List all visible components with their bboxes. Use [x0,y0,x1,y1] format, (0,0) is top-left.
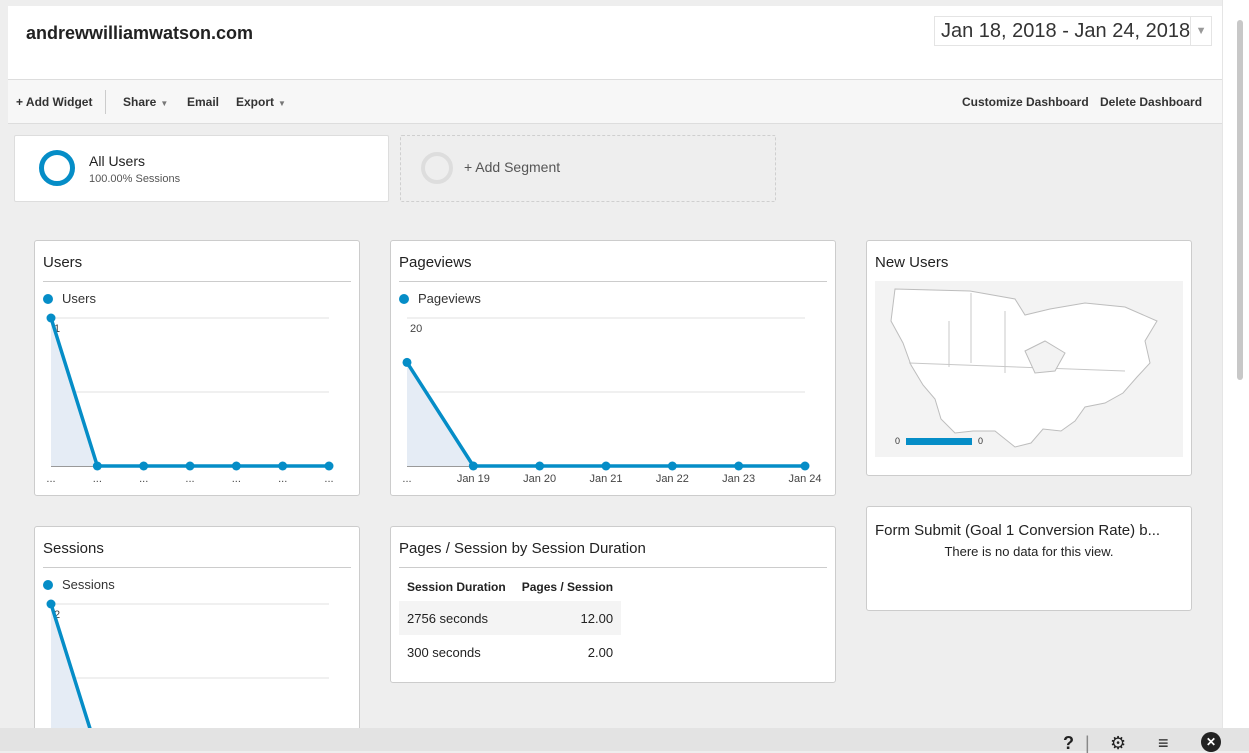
dashboard-toolbar: + Add Widget Share ▼ Email Export ▼ Custom… [8,80,1222,124]
series-area [51,604,93,735]
data-point[interactable] [535,461,545,471]
table-cell: 300 seconds [407,644,481,660]
toolbar-divider [105,90,106,114]
map-legend: 0 0 [895,436,983,446]
pageviews-chart: 2010...Jan 19Jan 20Jan 21Jan 22Jan 23Jan… [402,317,822,485]
no-data-message: There is no data for this view. [944,544,1114,559]
x-tick-label: ... [232,473,241,485]
data-point[interactable] [278,461,288,471]
widget-form-submit: Form Submit (Goal 1 Conversion Rate) b..… [866,506,1192,611]
x-tick-label: ... [278,473,287,485]
x-tick-label: Jan 24 [788,473,821,485]
page-scrollbar[interactable] [1222,0,1249,728]
data-point[interactable] [324,461,334,471]
y-tick-label: 20 [410,323,422,335]
table-row: 2756 seconds 12.00 [399,601,622,635]
x-tick-label: Jan 19 [457,473,490,485]
geo-map [875,281,1183,457]
data-point[interactable] [601,461,611,471]
data-point[interactable] [800,461,810,471]
date-range-label: Jan 18, 2018 - Jan 24, 2018 [941,19,1191,42]
legend-min: 0 [895,436,901,446]
add-widget-button[interactable]: + Add Widget [16,95,92,109]
data-point[interactable] [185,461,195,471]
x-tick-label: ... [324,473,333,485]
table-cell: 2756 seconds [399,601,514,635]
x-tick-label: ... [93,473,102,485]
dashboard-header: andrewwilliamwatson.com Jan 18, 2018 - J… [8,6,1222,80]
menu-icon[interactable]: ≡ [1158,734,1169,752]
data-point[interactable] [402,357,412,367]
table-header: Session Duration Pages / Session [399,573,621,601]
customize-dashboard-button[interactable]: Customize Dashboard [962,95,1089,109]
data-point[interactable] [667,461,677,471]
x-tick-label: Jan 20 [523,473,556,485]
scrollbar-thumb[interactable] [1237,20,1243,380]
data-point[interactable] [46,313,56,323]
segment-sessions-share: 100.00% Sessions [89,173,181,185]
share-label: Share [123,95,157,109]
segment-all-users[interactable]: All Users 100.00% Sessions [14,135,389,202]
close-icon[interactable]: ✕ [1201,732,1221,752]
delete-dashboard-button[interactable]: Delete Dashboard [1100,95,1202,109]
widget-title: New Users [875,254,949,271]
share-button[interactable]: Share ▼ [123,95,168,109]
gear-icon[interactable]: ⚙ [1110,734,1126,752]
segment-placeholder-icon [421,152,453,184]
table-cell: 12.00 [513,601,622,635]
legend-max: 0 [978,436,984,446]
chevron-down-icon: ▼ [160,99,169,108]
export-button[interactable]: Export ▼ [236,95,286,109]
data-point[interactable] [468,461,478,471]
divider [399,567,827,568]
help-icon[interactable]: ? [1063,734,1074,752]
x-tick-label: Jan 21 [589,473,622,485]
widget-new-users: New Users 0 0 [866,240,1192,476]
sessions-chart: 21 [46,599,329,735]
widget-title: Pages / Session by Session Duration [399,540,646,557]
table-cell: 2.00 [587,644,614,660]
add-segment-label: + Add Segment [464,159,561,175]
segment-name: All Users [89,153,146,169]
series-line [405,361,805,468]
legend-scale-bar [906,437,973,445]
table-row: 300 seconds 2.00 [399,635,621,669]
x-tick-label: ... [402,473,411,485]
data-table: Session Duration Pages / Session 2756 se… [399,573,622,669]
chevron-down-icon[interactable]: ▼ [1190,17,1211,45]
email-button[interactable]: Email [187,95,219,109]
chevron-down-icon: ▼ [278,99,286,108]
date-range-picker[interactable]: Jan 18, 2018 - Jan 24, 2018 ▼ [934,16,1212,46]
data-point[interactable] [139,461,149,471]
segment-ring-icon [39,150,75,186]
divider: | [1085,733,1090,753]
widget-pageviews: Pageviews Pageviews 2010...Jan 19Jan 20J… [390,240,836,496]
data-point[interactable] [46,599,56,609]
widget-pages-per-session: Pages / Session by Session Duration Sess… [390,526,836,683]
bottom-bar: ? | ⚙ ≡ ✕ [0,728,1249,753]
series-line [49,603,94,735]
widget-users: Users Users 10.5..................... [34,240,360,496]
data-point[interactable] [231,461,241,471]
x-tick-label: Jan 23 [722,473,755,485]
data-point[interactable] [734,461,744,471]
users-chart: 10.5..................... [46,313,334,485]
widget-sessions: Sessions Sessions 21 [34,526,360,736]
widget-title: Form Submit (Goal 1 Conversion Rate) b..… [875,522,1161,539]
x-tick-label: ... [185,473,194,485]
x-tick-label: ... [139,473,148,485]
export-label: Export [236,95,275,109]
site-title: andrewwilliamwatson.com [26,23,254,43]
column-header: Pages / Session [521,580,614,594]
x-tick-label: Jan 22 [656,473,689,485]
north-america-map [890,288,1158,448]
add-segment-button[interactable]: + Add Segment [400,135,776,202]
x-tick-label: ... [46,473,55,485]
column-header: Session Duration [407,580,506,594]
data-point[interactable] [92,461,102,471]
series-area [407,362,805,466]
